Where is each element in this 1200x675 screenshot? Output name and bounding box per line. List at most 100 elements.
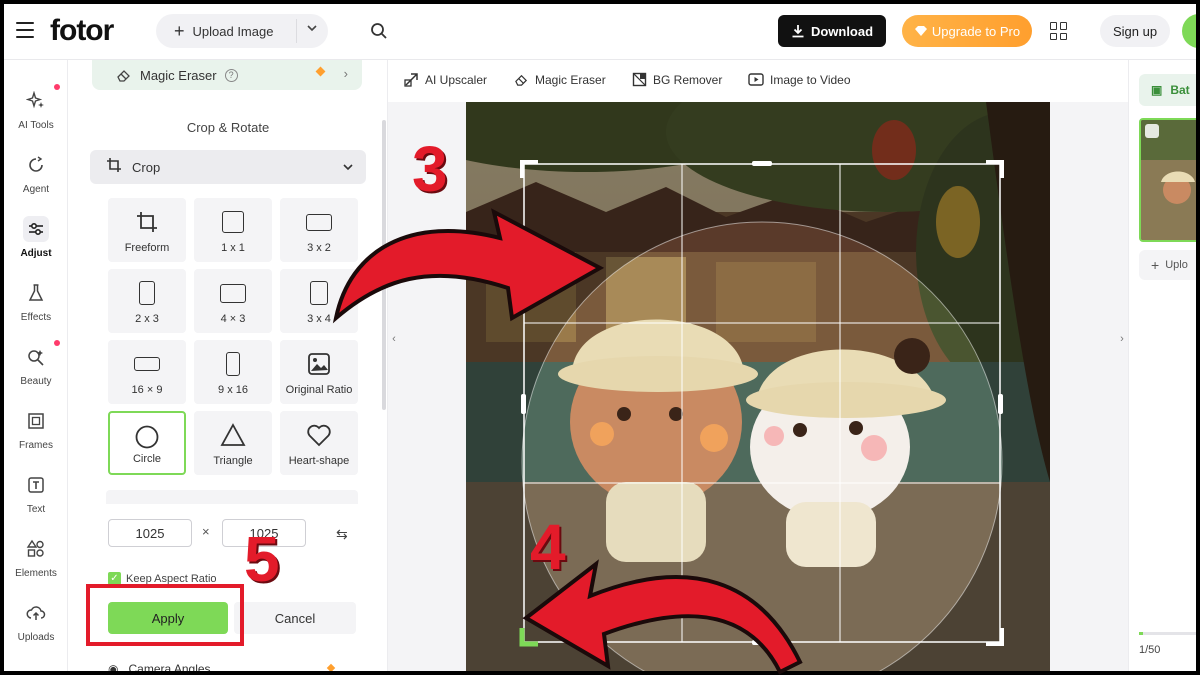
triangle-shape-icon <box>220 423 246 447</box>
rail-item-ai-tools[interactable]: AI Tools <box>4 84 68 140</box>
magic-eraser-row[interactable]: Magic Eraser ? › <box>92 60 362 90</box>
crop-option-heart[interactable]: Heart-shape <box>280 411 358 475</box>
right-panel: ▣ Bat + Uplo 1/50 <box>1128 60 1196 671</box>
sign-up-button[interactable]: Sign up <box>1100 15 1170 47</box>
camera-icon: ◉ <box>108 662 119 671</box>
diamond-icon <box>914 26 927 36</box>
more-options-row <box>106 490 358 504</box>
batch-label: Bat <box>1170 83 1190 97</box>
heart-shape-icon <box>306 423 332 447</box>
right-upload-button[interactable]: + Uplo <box>1139 250 1196 280</box>
height-input[interactable]: 1025 <box>222 519 306 547</box>
crop-option-original-ratio[interactable]: Original Ratio <box>280 340 358 404</box>
magic-eraser-button[interactable]: Magic Eraser <box>514 72 606 87</box>
left-rail: AI Tools Agent Adjust Effects Beauty Fra… <box>4 60 68 671</box>
fotor-logo[interactable]: fotor <box>50 14 114 48</box>
menu-icon[interactable] <box>16 22 34 38</box>
crop-option-label: 9 x 16 <box>218 384 248 396</box>
rail-item-uploads[interactable]: Uploads <box>4 596 68 652</box>
quick-tools-bar: AI Upscaler Magic Eraser BG Remover Imag… <box>388 60 1128 102</box>
app-window: fotor + Upload Image Download Upgrade to… <box>4 4 1196 671</box>
rail-item-agent[interactable]: Agent <box>4 148 68 204</box>
portrait-shape-icon <box>310 281 328 305</box>
upgrade-to-pro-button[interactable]: Upgrade to Pro <box>902 15 1032 47</box>
crop-option-label: Freeform <box>124 242 170 254</box>
width-input[interactable]: 1025 <box>108 519 192 547</box>
upscale-icon <box>404 73 418 87</box>
batch-icon: ▣ <box>1151 83 1163 97</box>
rail-label: Beauty <box>20 376 52 387</box>
portrait-shape-icon <box>139 281 155 305</box>
download-label: Download <box>810 23 874 39</box>
rail-item-effects[interactable]: Effects <box>4 276 68 332</box>
agent-icon <box>23 152 49 178</box>
download-button[interactable]: Download <box>778 15 886 47</box>
rail-label: AI Tools <box>18 120 54 131</box>
tool-label: AI Upscaler <box>425 72 488 87</box>
crop-option-circle[interactable]: Circle <box>108 411 186 475</box>
camera-angles-row[interactable]: ◉ Camera Angles <box>108 662 336 671</box>
bg-remover-button[interactable]: BG Remover <box>632 72 722 87</box>
panel-scrollbar[interactable] <box>382 120 386 410</box>
crop-option-label: Heart-shape <box>288 455 350 467</box>
widescreen-shape-icon <box>134 357 160 371</box>
crop-option-label: 2 x 3 <box>135 313 159 325</box>
ai-upscaler-button[interactable]: AI Upscaler <box>404 72 487 87</box>
rail-label: Text <box>26 504 46 515</box>
rail-item-adjust[interactable]: Adjust <box>4 212 68 268</box>
apps-grid-icon[interactable] <box>1050 22 1068 40</box>
right-upload-label: Uplo <box>1165 259 1188 271</box>
rail-label: Effects <box>20 312 52 323</box>
eraser-icon <box>116 67 132 88</box>
crop-option-triangle[interactable]: Triangle <box>194 411 272 475</box>
top-bar: fotor + Upload Image Download Upgrade to… <box>4 4 1196 60</box>
rail-item-text[interactable]: Text <box>4 468 68 524</box>
crop-option-9x16[interactable]: 9 x 16 <box>194 340 272 404</box>
crop-option-1x1[interactable]: 1 x 1 <box>194 198 272 262</box>
crop-option-3x2[interactable]: 3 x 2 <box>280 198 358 262</box>
avatar[interactable] <box>1182 14 1196 48</box>
crop-option-label: 16 × 9 <box>131 384 163 396</box>
image-to-video-button[interactable]: Image to Video <box>748 72 851 87</box>
crop-option-3x4[interactable]: 3 x 4 <box>280 269 358 333</box>
landscape-shape-icon <box>220 283 246 303</box>
rail-label: Adjust <box>20 248 52 259</box>
notification-dot <box>54 340 60 346</box>
camera-angles-label: Camera Angles <box>128 662 211 671</box>
chevron-down-icon[interactable] <box>306 22 318 37</box>
beauty-icon <box>23 344 49 370</box>
collapse-left-panel-button[interactable]: ‹ <box>388 304 400 374</box>
freeform-crop-icon <box>136 210 158 234</box>
rail-item-elements[interactable]: Elements <box>4 532 68 588</box>
help-icon[interactable]: ? <box>224 68 238 82</box>
rail-item-beauty[interactable]: Beauty <box>4 340 68 396</box>
crop-option-4x3[interactable]: 4 × 3 <box>194 269 272 333</box>
canvas-image[interactable] <box>466 102 1050 671</box>
upload-image-button[interactable]: + Upload Image <box>156 14 328 48</box>
crop-option-freeform[interactable]: Freeform <box>108 198 186 262</box>
image-thumbnail[interactable] <box>1139 118 1196 242</box>
crop-option-label: 3 x 4 <box>307 313 331 325</box>
crop-dropdown[interactable]: Crop <box>90 150 366 184</box>
crop-icon <box>106 157 122 178</box>
tall-shape-icon <box>226 352 240 376</box>
upgrade-label: Upgrade to Pro <box>931 23 1021 39</box>
video-icon <box>748 73 764 86</box>
sliders-icon <box>23 216 49 242</box>
collapse-right-panel-button[interactable]: › <box>1116 304 1128 374</box>
batch-tab[interactable]: ▣ Bat <box>1139 74 1196 106</box>
cancel-button[interactable]: Cancel <box>234 602 356 634</box>
rail-item-frames[interactable]: Frames <box>4 404 68 460</box>
page-count: 1/50 <box>1139 644 1161 656</box>
plus-icon: + <box>1151 257 1160 273</box>
crop-option-2x3[interactable]: 2 x 3 <box>108 269 186 333</box>
crop-option-label: 4 × 3 <box>220 313 246 325</box>
search-icon[interactable] <box>370 22 388 45</box>
rail-label: Elements <box>15 568 57 579</box>
crop-option-16x9[interactable]: 16 × 9 <box>108 340 186 404</box>
square-shape-icon <box>222 211 244 233</box>
swap-icon[interactable]: ⇆ <box>336 526 348 543</box>
adjust-panel: Magic Eraser ? › Crop & Rotate Crop Free… <box>68 60 388 671</box>
eraser-icon <box>515 74 528 86</box>
pro-crown-icon <box>315 66 326 77</box>
